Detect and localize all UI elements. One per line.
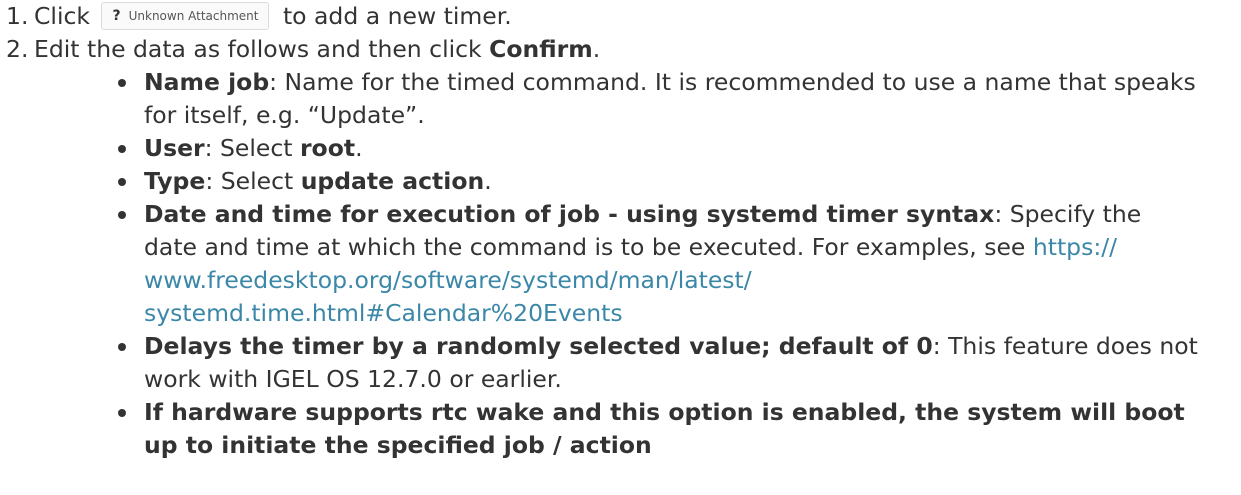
bullet-icon — [118, 211, 126, 219]
bullet-icon — [118, 409, 126, 417]
unknown-attachment-button[interactable]: ? Unknown Attachment — [101, 1, 270, 30]
step-1: 1. Click ? Unknown Attachment to add a ne… — [0, 0, 1241, 33]
param-term: User — [144, 134, 205, 162]
list-item: User: Select root. — [0, 132, 1241, 165]
bullet-icon — [118, 178, 126, 186]
step-text: Click ? Unknown Attachment to add a new t… — [34, 0, 512, 33]
list-item: Delays the timer by a randomly selected … — [0, 330, 1241, 396]
step-text: Edit the data as follows and then click … — [34, 33, 600, 66]
step-2: 2. Edit the data as follows and then cli… — [0, 33, 1241, 66]
attachment-label: Unknown Attachment — [128, 8, 259, 23]
step-number: 1. — [6, 2, 29, 30]
step-text-after: to add a new timer. — [282, 2, 512, 30]
param-text: : Name for the timed command. It is reco… — [144, 68, 1196, 129]
step-text-before: Edit the data as follows and then click — [34, 35, 490, 63]
link-line: https:// — [1032, 233, 1118, 261]
step-text-before: Click — [34, 2, 90, 30]
param-text: : Select — [204, 134, 300, 162]
parameter-list: Name job: Name for the timed command. It… — [0, 66, 1241, 462]
list-item: Type: Select update action. — [0, 165, 1241, 198]
param-term: If hardware supports rtc wake and this o… — [144, 398, 1185, 459]
param-term: Name job — [144, 68, 270, 96]
step-number: 2. — [6, 35, 29, 63]
param-term: Date and time for execution of job - usi… — [144, 200, 995, 228]
confirm-label: Confirm — [489, 35, 593, 63]
step-text-after: . — [592, 35, 601, 63]
param-text: : Select — [205, 167, 301, 195]
param-value: update action — [300, 167, 485, 195]
link-line: www.freedesktop.org/software/systemd/man… — [144, 266, 752, 294]
question-mark-icon: ? — [112, 7, 121, 24]
param-value: root — [299, 134, 356, 162]
param-end: . — [355, 134, 363, 162]
list-item: If hardware supports rtc wake and this o… — [0, 396, 1241, 462]
param-term: Type — [144, 167, 206, 195]
link-line: systemd.time.html#Calendar%20Events — [144, 299, 623, 327]
instructions: 1. Click ? Unknown Attachment to add a ne… — [0, 0, 1241, 462]
bullet-icon — [118, 79, 126, 87]
param-term: Delays the timer by a randomly selected … — [144, 332, 933, 360]
list-item: Date and time for execution of job - usi… — [0, 198, 1241, 330]
bullet-icon — [118, 343, 126, 351]
param-end: . — [484, 167, 492, 195]
list-item: Name job: Name for the timed command. It… — [0, 66, 1241, 132]
bullet-icon — [118, 145, 126, 153]
